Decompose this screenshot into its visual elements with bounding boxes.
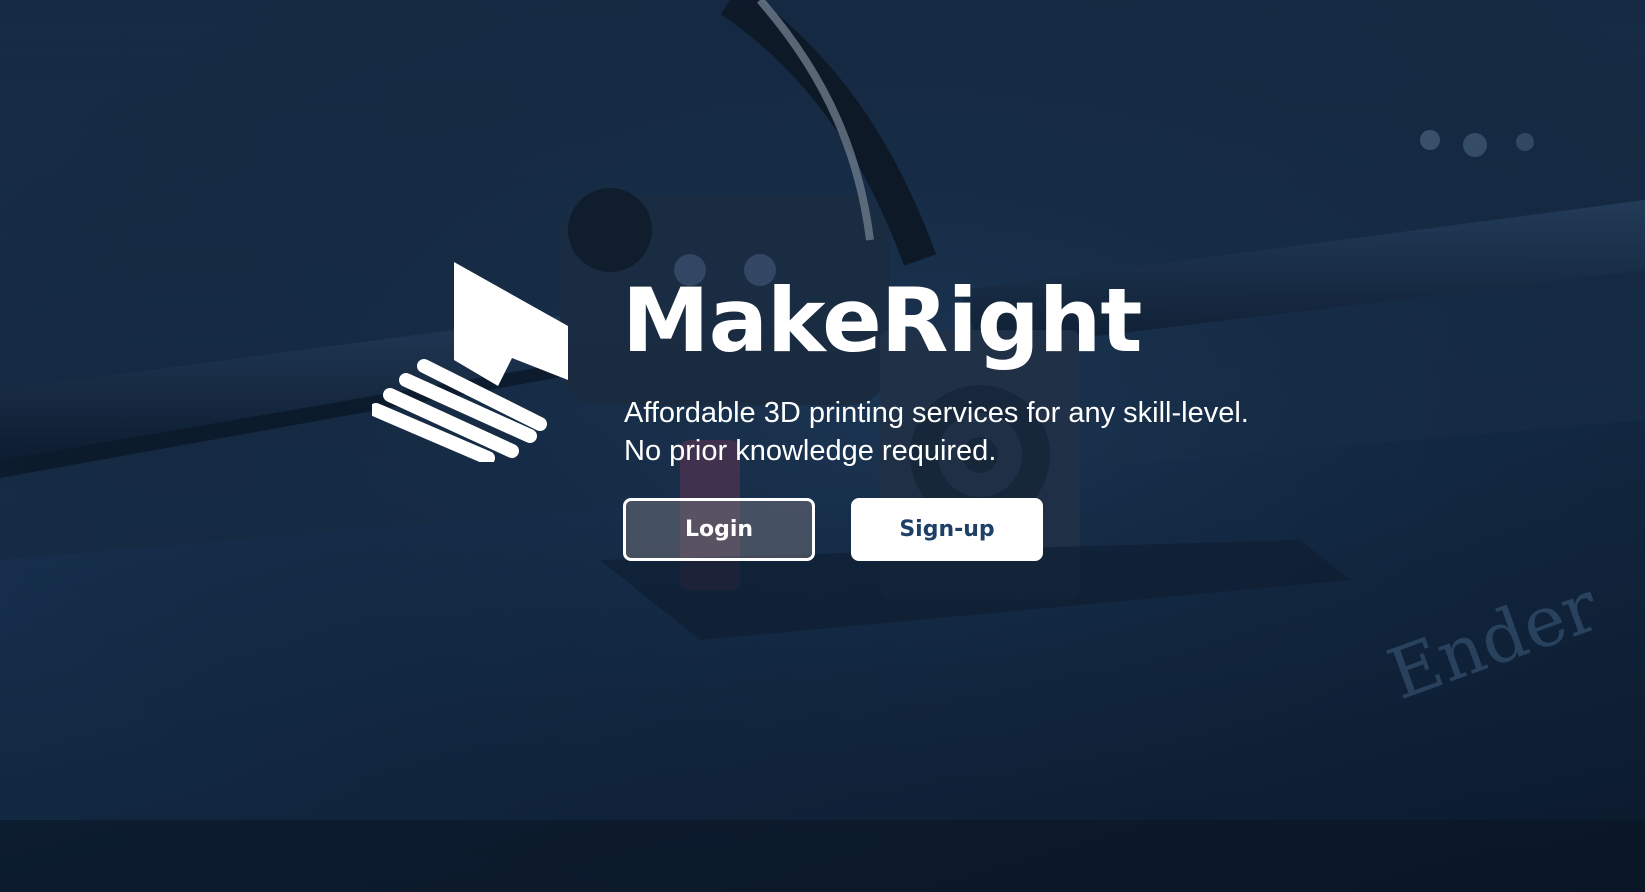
hero-content: MakeRight Affordable 3D printing service… [0, 0, 1645, 892]
brand-title: MakeRight [622, 269, 1142, 372]
signup-button[interactable]: Sign-up [851, 498, 1043, 561]
tagline: Affordable 3D printing services for any … [624, 394, 1249, 470]
tagline-line-1: Affordable 3D printing services for any … [624, 397, 1249, 429]
tagline-line-2: No prior knowledge required. [624, 435, 997, 467]
hero-section: Ender MakeRight Affordable 3D printing s… [0, 0, 1645, 892]
makeright-logo-icon [372, 262, 568, 462]
login-button[interactable]: Login [623, 498, 815, 561]
